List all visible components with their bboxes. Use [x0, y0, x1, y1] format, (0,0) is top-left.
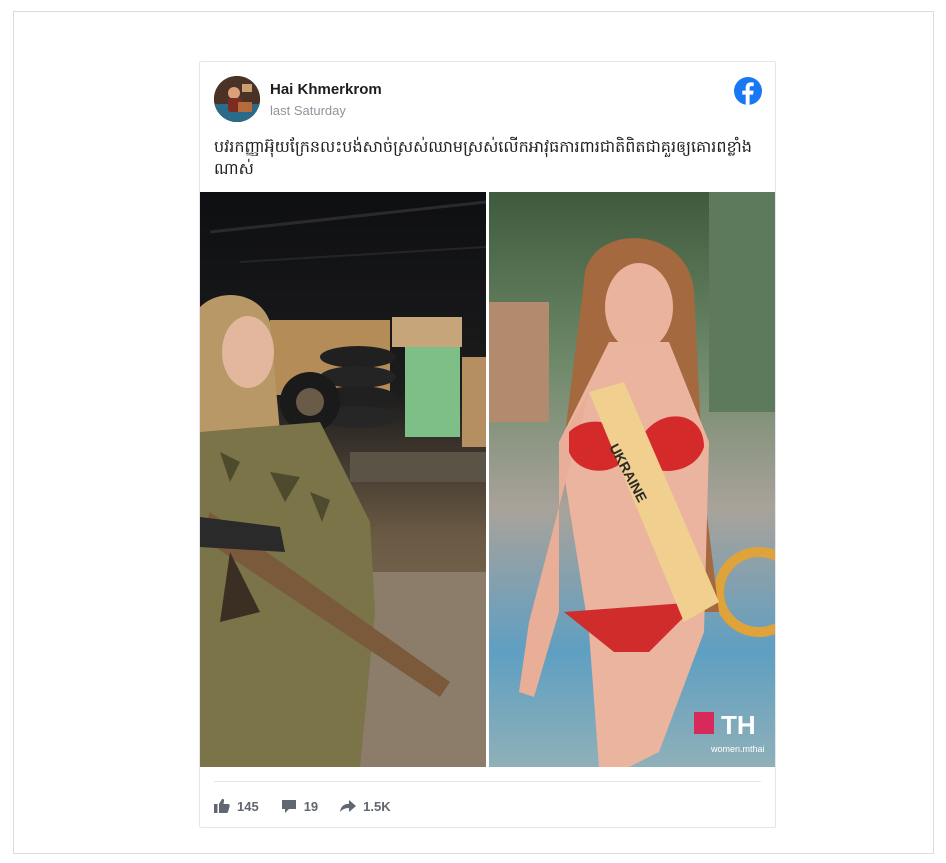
facebook-icon[interactable]	[734, 77, 762, 105]
watermark-subtext: women.mthai	[710, 744, 765, 754]
soldier-photo[interactable]	[200, 192, 486, 767]
author-avatar[interactable]	[214, 76, 260, 122]
comments-count[interactable]: 19	[281, 799, 318, 814]
embed-frame: Hai Khmerkrom last Saturday បវរកញ្ញាអ៊ុយ…	[13, 11, 934, 854]
comment-icon	[281, 799, 296, 813]
thumbs-up-icon	[214, 798, 230, 813]
photo-icon	[200, 192, 486, 767]
stats-divider	[214, 781, 761, 782]
shares-count[interactable]: 1.5K	[340, 799, 391, 814]
author-name[interactable]: Hai Khmerkrom	[270, 81, 382, 98]
pageant-photo[interactable]: UKRAINE TH women.mthai	[489, 192, 775, 767]
post-timestamp[interactable]: last Saturday	[270, 103, 346, 118]
post-stats: 145 19 1.5K	[214, 794, 413, 818]
likes-count[interactable]: 145	[214, 798, 259, 814]
share-arrow-icon	[340, 800, 357, 812]
post-text: បវរកញ្ញាអ៊ុយក្រែនលះបង់សាច់ស្រស់ឈាមស្រស់ល…	[214, 137, 752, 178]
watermark-text: TH	[721, 710, 756, 740]
facebook-post-card: Hai Khmerkrom last Saturday បវរកញ្ញាអ៊ុយ…	[199, 61, 776, 828]
